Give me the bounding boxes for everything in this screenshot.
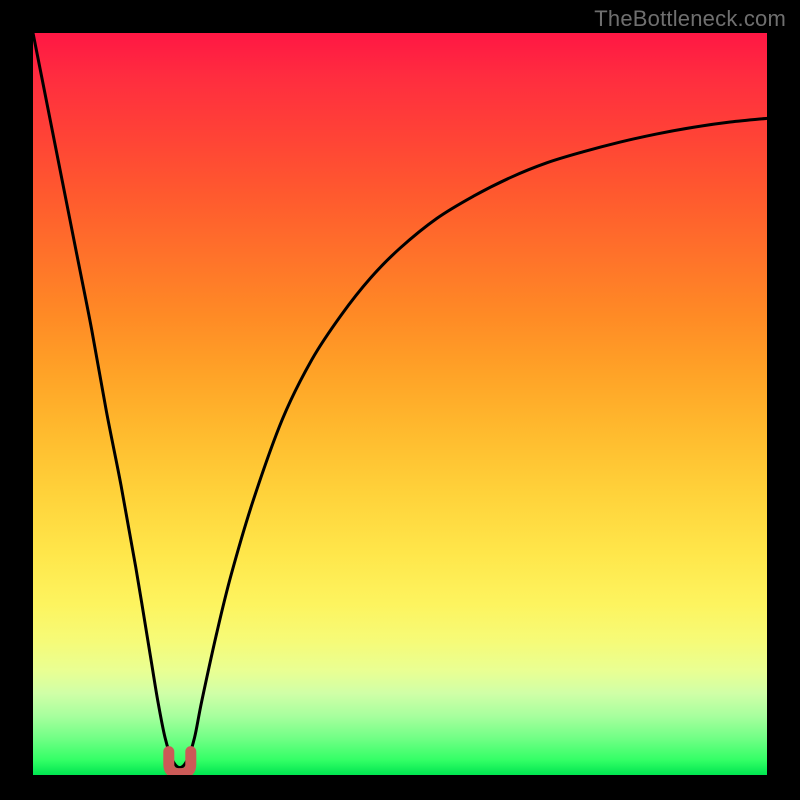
min-marker bbox=[169, 752, 191, 774]
watermark-text: TheBottleneck.com bbox=[594, 6, 786, 32]
bottleneck-curve bbox=[33, 33, 767, 768]
chart-svg bbox=[33, 33, 767, 775]
chart-frame: TheBottleneck.com bbox=[0, 0, 800, 800]
chart-plot-area bbox=[33, 33, 767, 775]
